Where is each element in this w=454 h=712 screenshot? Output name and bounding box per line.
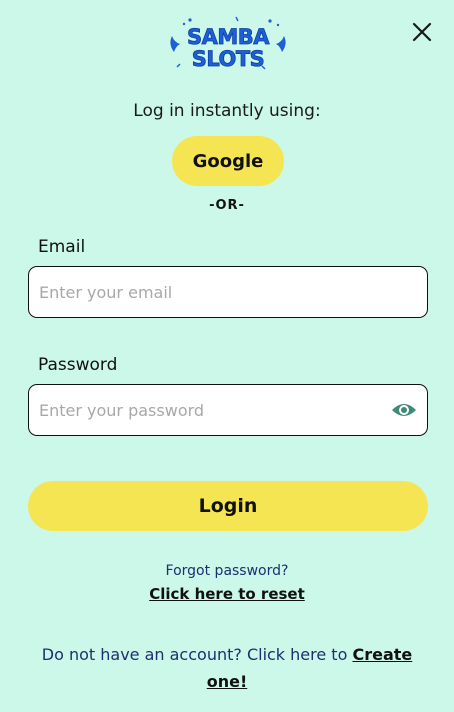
password-field-box — [28, 384, 428, 436]
logo-line1: SAMBA — [187, 25, 270, 49]
close-icon[interactable] — [410, 20, 434, 44]
password-field[interactable] — [29, 385, 427, 435]
email-field[interactable] — [29, 267, 427, 317]
email-label: Email — [38, 237, 86, 257]
email-field-box — [28, 266, 428, 318]
or-separator: -OR- — [209, 198, 245, 213]
eye-icon[interactable] — [391, 399, 417, 421]
signup-prompt: Do not have an account? Click here to Cr… — [20, 641, 434, 695]
forgot-password-text: Forgot password? — [165, 563, 289, 579]
reset-password-link[interactable]: Click here to reset — [0, 585, 454, 603]
login-button[interactable]: Login — [28, 481, 428, 531]
login-modal: SAMBA SLOTS Log in instantly using: Goog… — [0, 0, 454, 712]
logo-line2: SLOTS — [192, 47, 265, 71]
samba-slots-logo: SAMBA SLOTS — [170, 16, 286, 71]
password-label: Password — [38, 355, 118, 375]
google-login-button[interactable]: Google — [172, 136, 284, 186]
social-login-prompt: Log in instantly using: — [133, 101, 321, 121]
signup-prompt-text: Do not have an account? Click here to — [41, 645, 348, 664]
